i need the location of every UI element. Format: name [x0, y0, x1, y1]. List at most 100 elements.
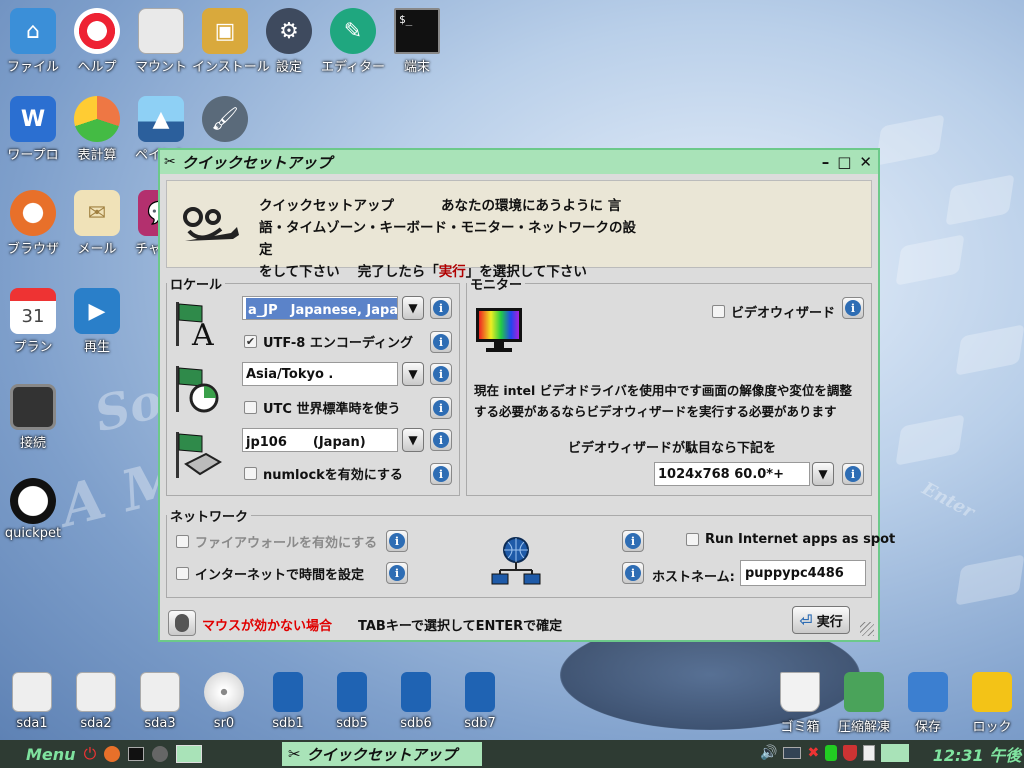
padlock-icon [972, 672, 1012, 712]
home-folder-icon: ⌂ [10, 8, 56, 54]
info-icon: i [433, 334, 449, 350]
run-as-spot-checkbox[interactable]: Run Internet apps as spot [686, 532, 895, 547]
monitor-description: 現在 intel ビデオドライバを使用中です画面の解像度や変位を調整 する必要が… [474, 383, 852, 419]
language-select[interactable]: a_JP Japanese, Japan [242, 296, 398, 320]
header-text-2: 語・タイムゾーン・キーボード・モニター・ネットワークの設定 [259, 220, 637, 258]
desktop-icon-install[interactable]: ▣ インストール [192, 8, 270, 75]
spot-info-button[interactable]: i [622, 530, 644, 552]
desktop-icon-save[interactable]: 保存 [898, 672, 958, 735]
drive-sda3[interactable]: sda3 [130, 672, 190, 731]
terminal-launcher-icon[interactable] [128, 747, 145, 761]
monitor-icon [476, 308, 522, 352]
volume-icon[interactable]: 🔊 [760, 745, 777, 761]
desktop-icon-player[interactable]: ▶ 再生 [64, 288, 130, 355]
desktop-icon-archiver[interactable]: 圧縮解凍 [834, 672, 894, 735]
checkbox-unchecked-icon [712, 305, 725, 318]
drive-status-icon[interactable] [825, 745, 838, 761]
language-flag-icon: A [176, 302, 214, 348]
utc-checkbox[interactable]: UTC 世界標準時を使う [244, 398, 401, 417]
utf8-checkbox[interactable]: ✔ UTF-8 エンコーディング [244, 332, 413, 351]
checkbox-unchecked-icon [686, 533, 699, 546]
info-icon: i [625, 565, 641, 581]
numlock-info-button[interactable]: i [430, 463, 452, 485]
desktop-icon-help[interactable]: ヘルプ [64, 8, 130, 75]
close-button[interactable]: ✕ [859, 153, 872, 171]
desktop-icon-wordprocessor[interactable]: W ワープロ [0, 96, 66, 163]
desktop-icon-settings[interactable]: ⚙ 設定 [256, 8, 322, 75]
desktop-pager[interactable] [176, 745, 203, 763]
info-icon: i [389, 565, 405, 581]
internet-time-checkbox[interactable]: インターネットで時間を設定 [176, 564, 364, 583]
fallback-label: ビデオウィザードが駄目なら下記を [568, 441, 777, 456]
desktop-icon-lock[interactable]: ロック [962, 672, 1022, 735]
drive-sda2[interactable]: sda2 [66, 672, 126, 731]
drive-sr0[interactable]: sr0 [194, 672, 254, 731]
drive-icon [138, 8, 184, 54]
desktop-icon-file[interactable]: ⌂ ファイル [0, 8, 66, 75]
resolution-info-button[interactable]: i [842, 463, 864, 485]
taskbar-clock[interactable]: 12:31 午後 [932, 741, 1022, 767]
language-dropdown-button[interactable]: ▼ [402, 296, 424, 320]
internet-time-info-button[interactable]: i [386, 562, 408, 584]
video-wizard-checkbox[interactable]: ビデオウィザード [712, 302, 835, 321]
minimize-button[interactable]: – [822, 153, 830, 171]
utf8-info-button[interactable]: i [430, 331, 452, 353]
menu-button[interactable]: Menu [26, 745, 76, 764]
utc-info-button[interactable]: i [430, 397, 452, 419]
battery-icon[interactable] [783, 747, 802, 759]
drive-sdb5[interactable]: sdb5 [322, 672, 382, 731]
drive-sda1[interactable]: sda1 [2, 672, 62, 731]
info-icon: i [433, 466, 449, 482]
network-disconnected-icon[interactable]: ✖ [807, 745, 819, 761]
clipboard-icon[interactable] [863, 745, 876, 761]
desktop-icon-planner[interactable]: 31 プラン [0, 288, 66, 355]
keyboard-select[interactable]: jp106 (Japan) [242, 428, 398, 452]
firewall-shield-icon[interactable] [843, 745, 858, 761]
mouse-icon-button[interactable] [168, 610, 196, 636]
keyboard-dropdown-button[interactable]: ▼ [402, 428, 424, 452]
firewall-checkbox[interactable]: ファイアウォールを有効にする [176, 532, 377, 551]
desktop-icon-connect[interactable]: 接続 [0, 384, 66, 451]
info-icon: i [845, 300, 861, 316]
numlock-checkbox[interactable]: numlockを有効にする [244, 464, 403, 483]
desktop-icon-brush[interactable]: 🖌 [192, 96, 258, 144]
maximize-button[interactable]: □ [837, 153, 851, 171]
desktop-icon-trash[interactable]: ゴミ箱 [770, 672, 830, 735]
cpu-monitor-icon[interactable] [881, 744, 910, 762]
timezone-dropdown-button[interactable]: ▼ [402, 362, 424, 386]
drive-sdb1[interactable]: sdb1 [258, 672, 318, 731]
timezone-info-button[interactable]: i [430, 363, 452, 385]
hostname-info-button[interactable]: i [622, 562, 644, 584]
desktop-icon-quickpet[interactable]: quickpet [0, 478, 66, 541]
keyboard-info-button[interactable]: i [430, 429, 452, 451]
window-titlebar[interactable]: ✂ クイックセットアップ – □ ✕ [160, 150, 878, 174]
resolution-select[interactable]: 1024x768 60.0*+ [654, 462, 810, 486]
pen-icon: ✎ [330, 8, 376, 54]
resolution-dropdown-button[interactable]: ▼ [812, 462, 834, 486]
hostname-input[interactable]: puppypc4486 [740, 560, 866, 586]
desktop-icon-mount[interactable]: マウント [128, 8, 194, 75]
browser-launcher-icon[interactable] [104, 746, 121, 762]
drive-sdb6[interactable]: sdb6 [386, 672, 446, 731]
desktop-icon-terminal[interactable]: $_ 端末 [384, 8, 450, 75]
video-wizard-info-button[interactable]: i [842, 297, 864, 319]
firewall-info-button[interactable]: i [386, 530, 408, 552]
optical-disc-icon [204, 672, 244, 712]
power-icon[interactable]: ⏻ [84, 744, 97, 764]
tools-icon: ✂ [164, 154, 176, 170]
language-info-button[interactable]: i [430, 297, 452, 319]
network-globe-icon [491, 537, 541, 585]
desktop-icon-editor[interactable]: ✎ エディター [320, 8, 386, 75]
desktop-icon-browser[interactable]: ブラウザ [0, 190, 66, 257]
desktop-icon-mail[interactable]: ✉ メール [64, 190, 130, 257]
resize-grip[interactable] [860, 622, 874, 636]
timezone-select[interactable]: Asia/Tokyo . [242, 362, 398, 386]
run-button[interactable]: ⏎ 実行 [792, 606, 850, 634]
wallpaper-word: Enter [918, 478, 978, 523]
taskbar-task-quick-setup[interactable]: ✂ クイックセットアップ [282, 742, 482, 766]
drive-sdb7[interactable]: sdb7 [450, 672, 510, 731]
usb-drive-icon [401, 672, 431, 712]
settings-launcher-icon[interactable] [152, 746, 169, 762]
desktop-icon-spreadsheet[interactable]: 表計算 [64, 96, 130, 163]
header-text-1: あなたの環境にあうように 言 [441, 198, 622, 214]
